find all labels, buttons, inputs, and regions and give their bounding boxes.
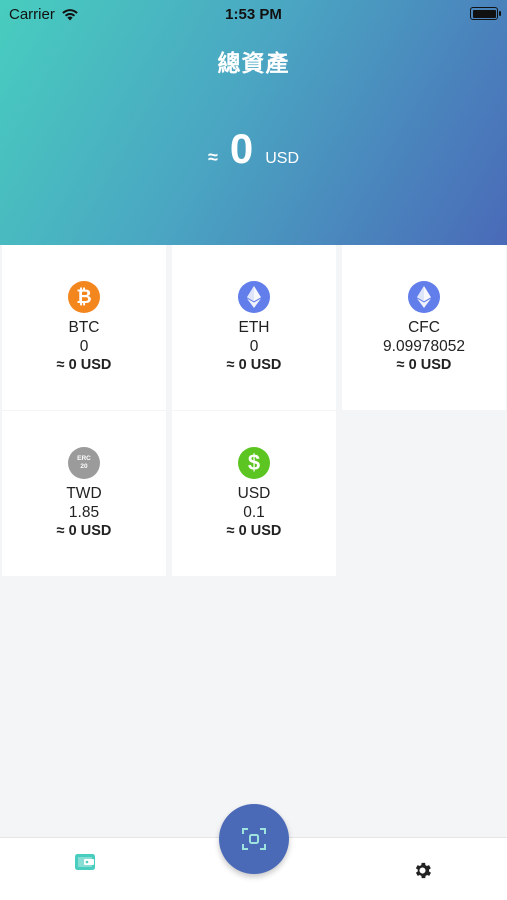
asset-usd-value: ≈ 0 USD (56, 357, 112, 373)
asset-card-usd[interactable]: $ USD 0.1 ≈ 0 USD (172, 411, 336, 576)
total-value: 0 (229, 125, 254, 172)
asset-card-cfc[interactable]: CFC 9.09978052 ≈ 0 USD (342, 245, 506, 410)
tab-settings[interactable] (412, 860, 433, 886)
asset-amount: 0 (249, 338, 259, 355)
asset-amount: 1.85 (68, 504, 100, 521)
asset-name: CFC (408, 319, 440, 336)
asset-name: ETH (238, 319, 270, 336)
asset-name: BTC (68, 319, 100, 336)
bitcoin-icon: ₿ (68, 281, 100, 313)
status-time: 1:53 PM (225, 6, 282, 23)
status-bar: Carrier 1:53 PM (0, 0, 507, 28)
total-assets-header: Carrier 1:53 PM 總資產 ≈ 0 USD (0, 0, 507, 245)
asset-usd-value: ≈ 0 USD (56, 523, 112, 539)
wallet-icon (75, 854, 95, 870)
ethereum-icon (408, 281, 440, 313)
page-title: 總資產 (217, 50, 290, 76)
scan-icon (242, 828, 266, 850)
total-unit: USD (265, 150, 300, 167)
asset-usd-value: ≈ 0 USD (226, 357, 282, 373)
asset-usd-value: ≈ 0 USD (396, 357, 452, 373)
battery-icon (470, 7, 501, 20)
ethereum-icon (238, 281, 270, 313)
asset-card-btc[interactable]: ₿ BTC 0 ≈ 0 USD (2, 245, 166, 410)
approx-symbol: ≈ (207, 147, 218, 167)
total-balance: ≈ 0 USD (0, 125, 507, 173)
asset-amount: 0.1 (243, 504, 265, 521)
erc20-token-icon: ERC 20 (68, 447, 100, 479)
tab-wallet[interactable] (74, 852, 96, 877)
scan-qr-button[interactable] (219, 804, 289, 874)
gear-icon (415, 862, 431, 879)
asset-usd-value: ≈ 0 USD (226, 523, 282, 539)
asset-card-eth[interactable]: ETH 0 ≈ 0 USD (172, 245, 336, 410)
asset-amount: 0 (79, 338, 89, 355)
asset-name: TWD (66, 485, 102, 502)
asset-card-twd[interactable]: ERC 20 TWD 1.85 ≈ 0 USD (2, 411, 166, 576)
asset-name: USD (237, 485, 271, 502)
asset-amount: 9.09978052 (383, 338, 465, 355)
dollar-icon: $ (238, 447, 270, 479)
